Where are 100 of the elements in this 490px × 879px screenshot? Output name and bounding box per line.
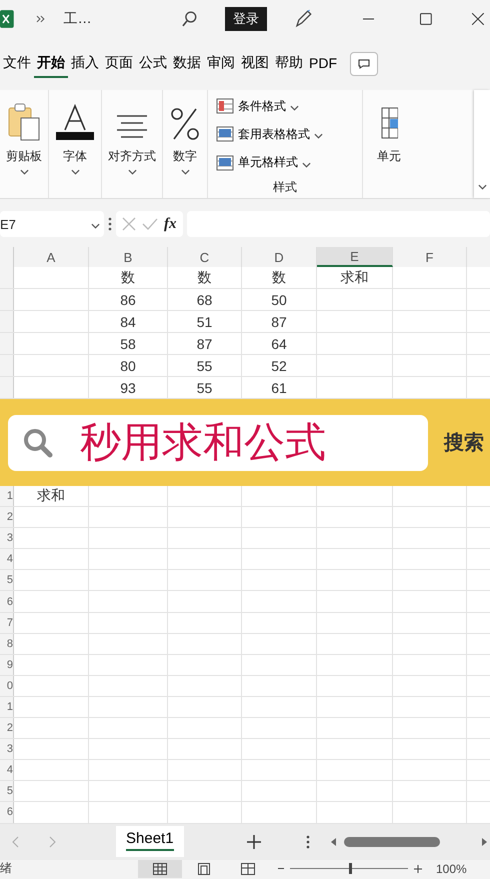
ribbon-button[interactable]: 字体 (63, 148, 87, 165)
clipboard-icon (7, 102, 41, 142)
search-icon (22, 426, 54, 458)
row-number: 8 (6, 638, 13, 650)
name-box[interactable]: E7 (0, 211, 104, 237)
ribbon-button[interactable]: 剪贴板 (6, 148, 42, 165)
maximize-icon[interactable] (420, 13, 432, 25)
row-number: 9 (6, 658, 13, 671)
group-label: 样式 (273, 178, 297, 196)
table-cell: 52 (242, 355, 317, 376)
search-field[interactable]: 秒用求和公式 (8, 414, 428, 470)
style-icon (216, 98, 234, 114)
ribbon-tab[interactable]: 插入 (68, 50, 102, 78)
ribbon-command[interactable]: 单元格样式 (216, 148, 311, 177)
sign-in-button[interactable]: 登录 (225, 7, 268, 31)
table-cell: 61 (242, 377, 317, 398)
table-cell: 51 (168, 311, 242, 332)
style-icon (216, 154, 234, 171)
style-icon (216, 126, 234, 142)
row-number: 3 (6, 743, 13, 756)
chevron-icon (290, 105, 299, 112)
row-number: 6 (6, 806, 13, 818)
window-title: 工… (64, 10, 93, 28)
search-icon[interactable] (181, 10, 200, 28)
table-cell: 80 (89, 355, 168, 376)
ribbon-tab[interactable]: 审阅 (204, 50, 238, 78)
slider-thumb[interactable] (349, 863, 352, 874)
check-icon[interactable] (142, 218, 158, 230)
table-cell: 数 (89, 267, 168, 288)
column-header[interactable]: C (168, 247, 242, 267)
expand-ribbon-icon (478, 184, 486, 190)
chevron-icon (302, 162, 311, 168)
sheet-tab[interactable]: Sheet1 (116, 826, 184, 857)
page-break-icon (241, 862, 255, 874)
more-icon[interactable] (306, 834, 310, 848)
ribbon-button[interactable]: 对齐方式 (108, 148, 156, 165)
row-number: 6 (6, 596, 13, 608)
row-number: 5 (6, 785, 13, 798)
table-cell: 64 (242, 333, 317, 354)
percent-icon (169, 106, 201, 142)
table-cell: 58 (89, 333, 168, 354)
ribbon-command[interactable]: 条件格式 (216, 92, 299, 120)
table-cell: 87 (168, 333, 242, 354)
table-cell: 55 (168, 355, 242, 376)
status-text: 绪 (0, 860, 12, 877)
insert-function-button[interactable]: fx (164, 216, 176, 232)
table-cell: 84 (89, 311, 168, 332)
column-header[interactable]: E (317, 247, 393, 267)
ribbon-tab[interactable]: 公式 (136, 50, 170, 78)
pen-icon[interactable] (293, 9, 313, 29)
ribbon-tab[interactable]: 帮助 (272, 50, 306, 78)
zoom-level[interactable]: 100% (436, 862, 467, 876)
row-number: 1 (6, 700, 13, 713)
column-header[interactable]: B (89, 247, 168, 267)
ribbon-tab[interactable]: 开始 (34, 50, 68, 78)
chevron-icon (314, 133, 323, 140)
chevron-icon (128, 169, 136, 175)
table-cell: 68 (168, 289, 242, 310)
table-cell: 87 (242, 311, 317, 332)
search-button[interactable]: 搜索 (444, 429, 484, 456)
page-icon (198, 862, 210, 874)
table-cell: 93 (89, 377, 168, 398)
table-cell: 数 (168, 267, 242, 288)
table-cell: 求和 (317, 267, 393, 288)
row-number: 4 (6, 764, 13, 776)
column-header[interactable]: A (14, 247, 89, 267)
overflow-icon[interactable] (36, 15, 46, 23)
zoom-in-icon[interactable] (414, 864, 422, 872)
table-cell: 86 (89, 289, 168, 310)
row-number: 1 (6, 490, 13, 502)
comment-icon (358, 59, 370, 69)
ribbon-button[interactable]: 单元 (377, 148, 401, 165)
add-sheet-icon[interactable] (246, 834, 262, 850)
ribbon-tab[interactable]: 文件 (0, 50, 34, 78)
ribbon-tab[interactable]: PDF (306, 51, 340, 77)
row-number: 2 (6, 722, 13, 734)
row-number: 4 (6, 553, 13, 566)
normal-view-button[interactable] (138, 860, 182, 878)
close-icon[interactable] (472, 13, 484, 25)
table-cell: 50 (242, 289, 317, 310)
ribbon-tab[interactable]: 页面 (102, 50, 136, 78)
row-number: 5 (6, 574, 13, 586)
grid-icon (153, 862, 167, 874)
chevron-icon (70, 169, 80, 175)
row-number: 3 (6, 532, 13, 544)
chevron-icon (180, 169, 190, 175)
font-color-icon (55, 102, 95, 142)
table-cell: 求和 (14, 486, 89, 506)
table-cell: 55 (168, 377, 242, 398)
row-number: 2 (6, 511, 13, 524)
chevron-icon (20, 169, 28, 175)
ribbon-button[interactable]: 数字 (173, 148, 197, 165)
table-cell: 数 (242, 267, 317, 288)
more-icon (108, 217, 112, 231)
column-header[interactable]: F (393, 247, 467, 267)
ribbon-command[interactable]: 套用表格格式 (216, 120, 323, 149)
ribbon-tab[interactable]: 数据 (170, 50, 204, 78)
ribbon-tab[interactable]: 视图 (238, 50, 272, 78)
comment-button[interactable] (350, 52, 378, 76)
row-number: 0 (6, 680, 13, 692)
